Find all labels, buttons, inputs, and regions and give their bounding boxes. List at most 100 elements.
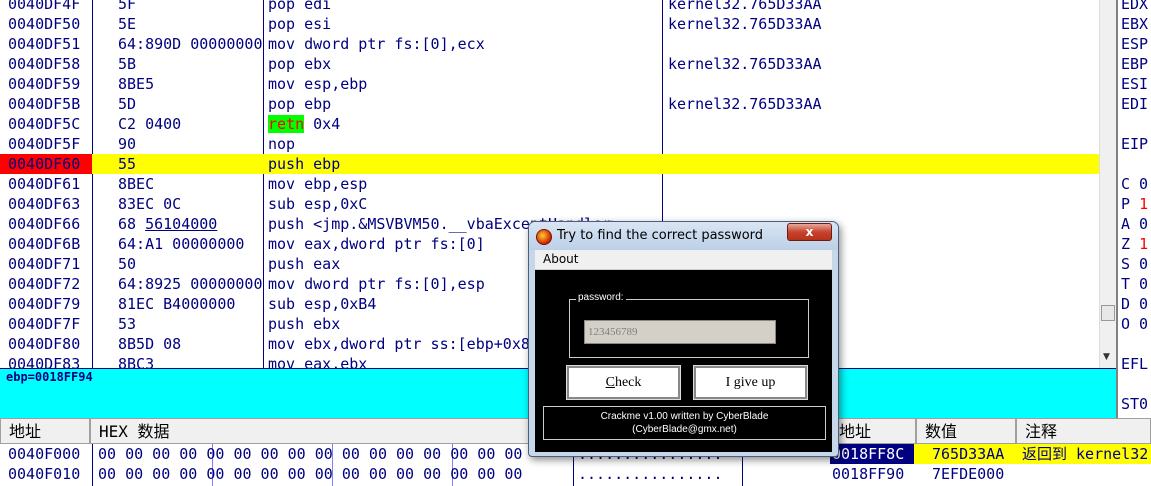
register-label[interactable]: EBX [1121,14,1148,34]
password-input[interactable]: 123456789 [584,320,776,344]
register-label[interactable]: EFL [1121,354,1148,374]
register-label[interactable]: EIP [1121,134,1148,154]
disasm-row[interactable]: 0040DF5C C2 0400 retn 0x4 [0,114,1099,134]
disasm-address: 0040DF79 [8,295,81,313]
register-label[interactable]: ESI [1121,74,1148,94]
disasm-comment: kernel32.765D33AA [668,15,822,33]
register-label[interactable]: EDI [1121,94,1148,114]
stack-header-comment[interactable]: 注释 [1016,418,1151,444]
register-label[interactable]: EBP [1121,54,1148,74]
disasm-hex: 64:8925 00000000 [118,275,263,293]
dialog-titlebar[interactable]: Try to find the correct password x [529,222,838,250]
disasm-comment [668,194,1098,214]
flag-name: P [1121,195,1140,213]
disasm-row[interactable]: 0040DF63 83EC 0C sub esp,0xC [0,194,1099,214]
registers-pane[interactable]: EDX EBX ESP EBP ESI EDI EIP C 0P 1A 0Z 1S 0T 0D… [1116,0,1151,418]
disasm-hex: 64:890D 00000000 [118,35,263,53]
stack-pane[interactable]: 地址 数值 注释 0018FF8C 765D33AA 返回到 kernel32 001… [830,418,1151,486]
register-label[interactable]: A 0 [1121,214,1148,234]
register-label[interactable]: EDX [1121,0,1148,14]
disasm-comment [668,134,1098,154]
register-label[interactable]: D 0 [1121,294,1148,314]
disasm-address: 0040DF71 [8,255,81,273]
disasm-operand: 0x4 [304,115,341,133]
disasm-row[interactable]: 0040DF4F 5F pop edi kernel32.765D33AA [0,0,1099,14]
disasm-row[interactable]: 0040DF5B 5D pop ebp kernel32.765D33AA [0,94,1099,114]
dump-address[interactable]: 0040F000 [8,444,80,464]
disasm-comment [668,114,1098,134]
disasm-address: 0040DF6B [8,235,81,253]
disasm-hex: 64:A1 00000000 [118,235,245,253]
disasm-hex: 5D [118,95,137,113]
stack-row[interactable]: 0018FF8C 765D33AA 返回到 kernel32 [830,444,1151,464]
disasm-row[interactable]: 0040DF60 55 push ebp [0,154,1099,174]
disasm-comment: kernel32.765D33AA [668,55,822,73]
disasm-hex: 5B [118,55,137,73]
disasm-row[interactable]: 0040DF50 5E pop esi kernel32.765D33AA [0,14,1099,34]
disasm-row[interactable]: 0040DF51 64:890D 00000000 mov dword ptr fs… [0,34,1099,54]
flag-value: 1 [1139,235,1149,253]
disasm-comment: kernel32.765D33AA [668,0,822,13]
dump-header-address[interactable]: 地址 [0,418,90,444]
register-label[interactable]: O 0 [1121,314,1148,334]
disasm-row[interactable]: 0040DF59 8BE5 mov esp,ebp [0,74,1099,94]
disasm-hex: 83EC 0C [118,195,182,213]
register-label[interactable]: Z 1 [1121,234,1148,254]
disasm-address: 0040DF5C [8,115,81,133]
disasm-address: 0040DF80 [8,335,81,353]
disasm-address: 0040DF50 [8,15,81,33]
disasm-instruction: pop ebx [268,55,332,73]
close-button[interactable]: x [787,223,832,241]
scrollbar-thumb[interactable] [1101,305,1115,321]
disasm-hex: 8BEC [118,175,155,193]
disasm-instruction: mov esp,ebp [268,75,368,93]
password-label: password: [576,292,626,303]
column-divider [92,444,93,486]
give-up-button[interactable]: I give up [693,365,808,400]
disasm-hex: 53 [118,315,137,333]
disasm-address: 0040DF60 [0,154,92,174]
disasm-hex: 81EC B4000000 [118,295,236,313]
dump-bytes[interactable]: 00 00 00 00 00 00 00 00 00 00 00 00 00 0… [98,464,522,484]
disasm-instruction: mov dword ptr fs:[0],ecx [268,35,485,53]
disasm-instruction: push ebp [268,155,341,173]
password-group: password: 123456789 [569,292,809,358]
flag-value: 1 [1139,195,1149,213]
disasm-hex: C2 0400 [118,115,182,133]
register-label[interactable]: P 1 [1121,194,1148,214]
register-label[interactable]: ST0 [1121,394,1148,414]
stack-address: 0018FF8C [830,444,914,464]
register-label[interactable]: T 0 [1121,274,1148,294]
disasm-ret-keyword: retn [268,115,305,133]
stack-row[interactable]: 0018FF90 7EFDE000 [830,464,1151,484]
disasm-hex: 8BE5 [118,75,155,93]
disasm-hex: 90 [118,135,137,153]
disassembly-scrollbar[interactable]: ▼ [1099,0,1116,368]
register-label[interactable]: ESP [1121,34,1148,54]
stack-header-address[interactable]: 地址 [830,418,916,444]
crackme-dialog[interactable]: Try to find the correct password x About… [528,221,839,457]
disasm-address: 0040DF83 [8,355,81,368]
disasm-address: 0040DF72 [8,275,81,293]
disasm-row[interactable]: 0040DF5F 90 nop [0,134,1099,154]
disasm-address: 0040DF4F [8,0,81,13]
flag-name: Z [1121,235,1140,253]
register-label[interactable]: S 0 [1121,254,1148,274]
dump-ascii[interactable]: ................ [578,464,723,484]
disasm-row[interactable]: 0040DF58 5B pop ebx kernel32.765D33AA [0,54,1099,74]
scroll-down-arrow-icon[interactable]: ▼ [1103,352,1110,362]
stack-value: 7EFDE000 [932,465,1005,483]
stack-header-value[interactable]: 数值 [916,418,1016,444]
credit-box: Crackme v1.00 written by CyberBlade (Cyb… [543,406,826,440]
register-label[interactable]: C 0 [1121,174,1148,194]
disasm-instruction: nop [268,135,296,153]
menu-about[interactable]: About [543,252,578,266]
check-button-accelerator: C [605,375,615,390]
dump-address[interactable]: 0040F010 [8,464,80,484]
dump-bytes[interactable]: 00 00 00 00 00 00 00 00 00 00 00 00 00 0… [98,444,522,464]
check-button[interactable]: Check [566,365,681,400]
disasm-address: 0040DF59 [8,75,81,93]
disasm-row[interactable]: 0040DF61 8BEC mov ebp,esp [0,174,1099,194]
disasm-hex: 55 [118,155,137,173]
stack-comment: 返回到 kernel32 [1022,445,1149,463]
